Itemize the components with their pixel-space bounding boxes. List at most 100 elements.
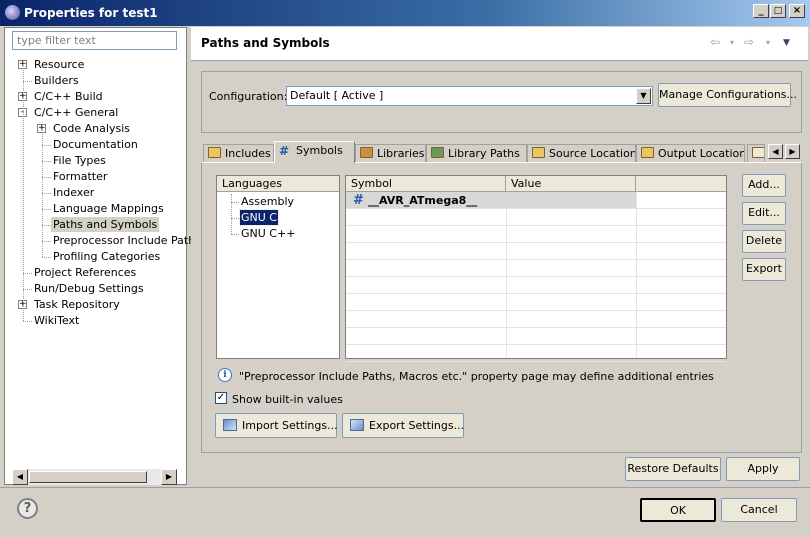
title-bar: Properties for test1 _ □ × <box>0 0 810 26</box>
tree-connector <box>42 145 51 146</box>
symbol-column-header[interactable]: Symbol <box>346 176 506 192</box>
library-paths-icon <box>431 147 444 158</box>
symbols-table[interactable]: Symbol Value # __AVR_ATmega8__ <box>345 175 727 362</box>
help-icon[interactable]: ? <box>17 498 38 519</box>
ok-button[interactable]: OK <box>640 498 716 522</box>
language-item[interactable]: Assembly <box>240 194 295 209</box>
tree-connector <box>23 273 32 274</box>
import-settings-button[interactable]: Import Settings... <box>215 413 338 438</box>
table-row[interactable] <box>346 345 726 362</box>
cancel-button[interactable]: Cancel <box>721 498 797 522</box>
tree-item[interactable]: Profiling Categories <box>53 249 160 264</box>
add-button[interactable]: Add... <box>742 174 786 197</box>
export-button[interactable]: Export <box>742 258 786 281</box>
maximize-button[interactable]: □ <box>770 4 786 18</box>
export-settings-button[interactable]: Export Settings... <box>342 413 464 438</box>
tree-connector <box>23 81 32 82</box>
tree-item[interactable]: Resource <box>34 57 84 72</box>
show-builtin-checkbox[interactable]: ✓ <box>215 392 227 404</box>
tab-label: Symbols <box>296 144 343 157</box>
tree-connector <box>42 257 51 258</box>
scrollbar-thumb[interactable] <box>29 471 147 483</box>
tree-item[interactable]: Formatter <box>53 169 107 184</box>
tab-output-location[interactable]: Output Location <box>636 144 745 163</box>
tree-item[interactable]: Language Mappings <box>53 201 164 216</box>
tab-libraries[interactable]: Libraries <box>355 144 426 163</box>
apply-button[interactable]: Apply <box>726 457 800 481</box>
symbol-cell: __AVR_ATmega8__ <box>368 194 478 207</box>
page-title: Paths and Symbols <box>201 36 330 50</box>
forward-dropdown-icon[interactable]: ▾ <box>766 38 770 47</box>
edit-button[interactable]: Edit... <box>742 202 786 225</box>
import-icon <box>223 419 237 431</box>
tab-scroll-left-icon[interactable]: ◀ <box>768 144 783 159</box>
configuration-select[interactable]: Default [ Active ] ▼ <box>286 86 653 106</box>
scroll-right-arrow-icon[interactable]: ▶ <box>161 469 177 485</box>
back-dropdown-icon[interactable]: ▾ <box>730 38 734 47</box>
table-row[interactable] <box>346 311 726 328</box>
languages-header[interactable]: Languages <box>217 176 339 192</box>
languages-list[interactable]: Languages Assembly GNU C GNU C++ <box>216 175 340 359</box>
minimize-button[interactable]: _ <box>753 4 769 18</box>
value-column-header[interactable]: Value <box>506 176 636 192</box>
show-builtin-label: Show built-in values <box>232 393 343 406</box>
tab-source-location[interactable]: Source Location <box>527 144 636 163</box>
tree-item[interactable]: Preprocessor Include Path <box>53 233 195 248</box>
delete-button[interactable]: Delete <box>742 230 786 253</box>
tree-connector <box>23 66 24 321</box>
filter-input[interactable]: type filter text <box>12 31 177 50</box>
close-button[interactable]: × <box>789 4 805 18</box>
table-row[interactable] <box>346 277 726 294</box>
tree-item[interactable]: C/C++ Build <box>34 89 103 104</box>
tree-item[interactable]: Task Repository <box>34 297 120 312</box>
forward-arrow-icon[interactable]: ⇨ <box>744 35 754 49</box>
tree-item[interactable]: Builders <box>34 73 79 88</box>
tab-scroll-right-icon[interactable]: ▶ <box>785 144 800 159</box>
tree-item[interactable]: WikiText <box>34 313 79 328</box>
tab-overflow[interactable] <box>747 144 765 163</box>
tree-item[interactable]: Code Analysis <box>53 121 130 136</box>
table-row[interactable] <box>346 209 726 226</box>
tree-connector <box>42 161 51 162</box>
export-settings-label: Export Settings... <box>369 419 465 432</box>
table-row[interactable] <box>346 294 726 311</box>
language-item[interactable]: GNU C++ <box>240 226 296 241</box>
tree-item[interactable]: Project References <box>34 265 136 280</box>
scroll-left-arrow-icon[interactable]: ◀ <box>12 469 28 485</box>
eclipse-icon <box>5 5 20 20</box>
language-item[interactable]: GNU C <box>239 209 279 226</box>
folder-icon <box>641 147 654 158</box>
tree-horizontal-scrollbar[interactable]: ◀ ▶ <box>12 469 177 485</box>
tab-label: Source Location <box>549 147 636 160</box>
tree-connector <box>42 241 51 242</box>
tab-library-paths[interactable]: Library Paths <box>426 144 527 163</box>
tab-label: Includes <box>225 147 271 160</box>
tree-item[interactable]: File Types <box>53 153 106 168</box>
tree-connector <box>231 194 232 234</box>
folder-icon <box>532 147 545 158</box>
back-arrow-icon[interactable]: ⇦ <box>710 35 720 49</box>
view-menu-icon[interactable]: ▼ <box>783 38 790 48</box>
chevron-down-icon[interactable]: ▼ <box>636 88 651 104</box>
table-row[interactable] <box>346 243 726 260</box>
tree-connector <box>42 122 43 257</box>
tree-item[interactable]: C/C++ General <box>34 105 118 120</box>
table-row[interactable] <box>346 328 726 345</box>
tree-connector <box>42 177 51 178</box>
restore-defaults-button[interactable]: Restore Defaults <box>625 457 721 481</box>
manage-configurations-button[interactable]: Manage Configurations... <box>658 83 797 107</box>
table-row[interactable] <box>346 226 726 243</box>
tree-item[interactable]: Documentation <box>53 137 138 152</box>
import-settings-label: Import Settings... <box>242 419 338 432</box>
tree-item[interactable]: Indexer <box>53 185 94 200</box>
configuration-group: Configuration: Default [ Active ] ▼ Mana… <box>201 71 802 133</box>
window-title: Properties for test1 <box>24 6 158 20</box>
tree-item[interactable]: Paths and Symbols <box>51 217 160 232</box>
tab-includes[interactable]: Includes <box>203 144 274 163</box>
hash-icon: # <box>353 193 364 208</box>
tab-symbols[interactable]: # Symbols <box>274 141 355 163</box>
includes-icon <box>208 147 221 158</box>
tree-item[interactable]: Run/Debug Settings <box>34 281 144 296</box>
table-row[interactable]: # __AVR_ATmega8__ <box>346 192 726 209</box>
table-row[interactable] <box>346 260 726 277</box>
